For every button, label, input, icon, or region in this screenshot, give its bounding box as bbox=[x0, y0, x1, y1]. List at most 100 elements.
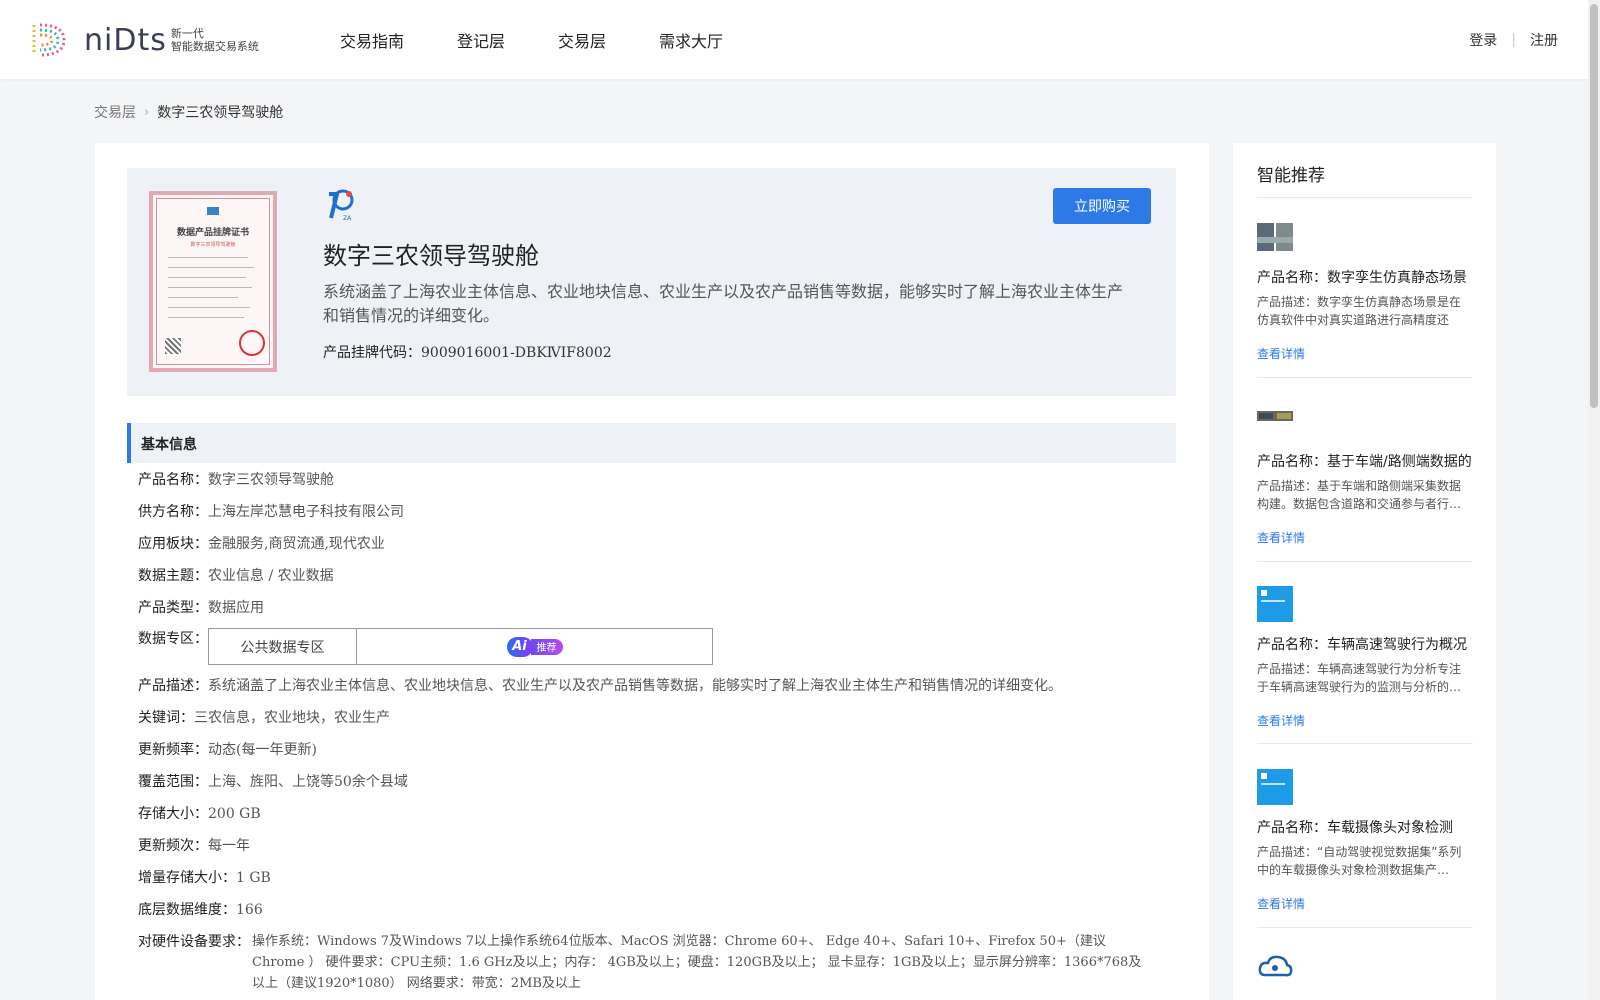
info-key: 应用板块： bbox=[138, 536, 208, 552]
nav-registration-layer[interactable]: 登记层 bbox=[457, 28, 505, 52]
zone-ai-cell: Ai 推荐 bbox=[357, 629, 712, 664]
basic-info-header: 基本信息 bbox=[127, 423, 1176, 463]
info-key: 产品类型： bbox=[138, 600, 208, 616]
logo-wordmark: niDts bbox=[84, 22, 167, 58]
info-value: 上海、旌阳、上饶等50余个县域 bbox=[208, 774, 408, 790]
info-key: 存储大小： bbox=[138, 806, 208, 822]
nav-trade-guide[interactable]: 交易指南 bbox=[340, 28, 404, 52]
recommendation-description: 产品描述：“自动驾驶视觉数据集”系列中的车载摄像头对象检测数据集产… bbox=[1257, 845, 1462, 877]
info-row-zone: 数据专区： bbox=[138, 628, 208, 648]
info-value: 每一年 bbox=[208, 838, 250, 854]
info-row-topic: 数据主题：农业信息 / 农业数据 bbox=[138, 565, 334, 585]
info-key: 数据专区： bbox=[138, 631, 208, 647]
hardware-requirements-text: 操作系统：Windows 7及Windows 7以上操作系统64位版本、MacO… bbox=[252, 934, 1142, 991]
svg-text:ZA: ZA bbox=[343, 215, 352, 222]
recommendation-name[interactable]: 产品名称：基于车端/路侧端数据的 bbox=[1257, 451, 1473, 471]
product-summary-description: 系统涵盖了上海农业主体信息、农业地块信息、农业生产以及农产品销售等数据，能够实时… bbox=[323, 282, 1124, 325]
info-row-incremental-storage: 增量存储大小：1 GB bbox=[138, 867, 271, 887]
info-key: 产品名称： bbox=[138, 472, 208, 488]
divider bbox=[1257, 197, 1473, 198]
chevron-right-icon: › bbox=[144, 104, 150, 120]
info-key: 更新频率： bbox=[138, 742, 208, 758]
recommendation-item: 产品名称：车辆高速驾驶行为概况 产品描述：车辆高速驾驶行为分析专注于车辆高速驾驶… bbox=[1257, 586, 1473, 728]
info-row-update-frequency: 更新频率：动态(每一年更新) bbox=[138, 739, 317, 759]
recommendation-description: 产品描述：车辆高速驾驶行为分析专注于车辆高速驾驶行为的监测与分析的… bbox=[1257, 662, 1462, 694]
logo-mark-icon bbox=[32, 23, 66, 57]
info-value: 动态(每一年更新) bbox=[208, 742, 317, 758]
recommendation-thumbnail[interactable] bbox=[1257, 403, 1293, 439]
info-value: 上海左岸芯慧电子科技有限公司 bbox=[208, 504, 404, 520]
site-logo[interactable]: niDts 新一代 智能数据交易系统 bbox=[28, 20, 259, 60]
view-details-link[interactable]: 查看详情 bbox=[1257, 895, 1305, 912]
certificate-text-line bbox=[168, 277, 246, 278]
breadcrumb-current: 数字三农领导驾驶舱 bbox=[157, 105, 284, 121]
register-link[interactable]: 注册 bbox=[1530, 30, 1558, 50]
ai-recommend-badge[interactable]: Ai 推荐 bbox=[506, 636, 563, 657]
view-details-link[interactable]: 查看详情 bbox=[1257, 345, 1305, 362]
info-value: 1 GB bbox=[236, 870, 271, 886]
scrollbar-thumb[interactable] bbox=[1590, 4, 1598, 408]
main-nav: 交易指南 登记层 交易层 需求大厅 bbox=[340, 28, 776, 52]
listing-code-label: 产品挂牌代码： bbox=[323, 345, 421, 361]
recommendation-description: 产品描述：基于车端和路侧端采集数据构建。数据包含道路和交通参与者行… bbox=[1257, 479, 1462, 511]
recommendation-item bbox=[1257, 951, 1473, 991]
ai-icon: Ai bbox=[506, 636, 533, 657]
zone-public-data[interactable]: 公共数据专区 bbox=[209, 629, 357, 664]
info-key: 关键词： bbox=[138, 710, 194, 726]
certificate-text-line bbox=[168, 257, 248, 258]
divider bbox=[1257, 561, 1473, 562]
info-row-update-count: 更新频次：每一年 bbox=[138, 835, 250, 855]
certificate-text-line bbox=[168, 267, 254, 268]
recommendation-panel: 智能推荐 产品名称：数字孪生仿真静态场景 产品描述：数字孪生仿真静态场景是在仿真… bbox=[1233, 143, 1496, 1000]
view-details-link[interactable]: 查看详情 bbox=[1257, 529, 1305, 546]
info-value: 166 bbox=[236, 902, 263, 918]
logo-subtitle-line2: 智能数据交易系统 bbox=[170, 40, 259, 53]
cloud-data-icon[interactable] bbox=[1257, 951, 1293, 987]
recommendation-thumbnail[interactable] bbox=[1257, 586, 1293, 622]
basic-info-heading: 基本信息 bbox=[141, 437, 197, 453]
buy-now-button[interactable]: 立即购买 bbox=[1053, 188, 1151, 224]
supplier-logo-icon: ZA bbox=[329, 189, 354, 222]
info-value: 三农信息，农业地块，农业生产 bbox=[194, 710, 390, 726]
info-row-supplier: 供方名称：上海左岸芯慧电子科技有限公司 bbox=[138, 501, 404, 521]
certificate-text-line bbox=[168, 307, 250, 308]
certificate-text-line bbox=[168, 297, 238, 298]
recommendation-title: 智能推荐 bbox=[1257, 166, 1325, 186]
nav-trading-layer[interactable]: 交易层 bbox=[558, 28, 606, 52]
page-scrollbar[interactable] bbox=[1588, 0, 1600, 1000]
info-key: 底层数据维度： bbox=[138, 902, 236, 918]
info-row-keywords: 关键词：三农信息，农业地块，农业生产 bbox=[138, 707, 390, 727]
recommendation-name[interactable]: 产品名称：数字孪生仿真静态场景 bbox=[1257, 267, 1473, 287]
recommendation-description: 产品描述：数字孪生仿真静态场景是在仿真软件中对真实道路进行高精度还原… bbox=[1257, 295, 1462, 327]
breadcrumb-parent[interactable]: 交易层 bbox=[94, 102, 136, 122]
recommendation-item: 产品名称：车载摄像头对象检测 产品描述：“自动驾驶视觉数据集”系列中的车载摄像头… bbox=[1257, 769, 1473, 911]
recommendation-thumbnail[interactable] bbox=[1257, 219, 1293, 255]
logo-subtitle-line1: 新一代 bbox=[170, 27, 204, 40]
info-value: 系统涵盖了上海农业主体信息、农业地块信息、农业生产以及农产品销售等数据，能够实时… bbox=[208, 678, 1062, 694]
info-row-storage: 存储大小：200 GB bbox=[138, 803, 261, 823]
info-row-sector: 应用板块：金融服务,商贸流通,现代农业 bbox=[138, 533, 385, 553]
auth-divider: | bbox=[1511, 32, 1516, 48]
certificate-title: 数据产品挂牌证书 bbox=[176, 228, 249, 238]
product-listing-code: 产品挂牌代码：9009016001-DBKⅣIF8002 bbox=[323, 342, 612, 362]
auth-links: 登录 | 注册 bbox=[1469, 30, 1558, 50]
official-seal-icon bbox=[239, 330, 265, 356]
info-row-type: 产品类型：数据应用 bbox=[138, 597, 264, 617]
recommendation-name[interactable]: 产品名称：车辆高速驾驶行为概况 bbox=[1257, 634, 1473, 654]
nav-demand-hall[interactable]: 需求大厅 bbox=[659, 28, 723, 52]
divider bbox=[1257, 927, 1473, 928]
info-row-coverage: 覆盖范围：上海、旌阳、上饶等50余个县域 bbox=[138, 771, 408, 791]
logo-subtitle: 新一代 智能数据交易系统 bbox=[171, 27, 259, 53]
divider bbox=[1257, 743, 1473, 744]
certificate-subtitle: 数字三农领导驾驶舱 bbox=[190, 242, 236, 248]
info-key: 增量存储大小： bbox=[138, 870, 236, 886]
breadcrumb: 交易层 › 数字三农领导驾驶舱 bbox=[94, 102, 283, 122]
view-details-link[interactable]: 查看详情 bbox=[1257, 712, 1305, 729]
info-value: 数字三农领导驾驶舱 bbox=[208, 472, 334, 488]
recommendation-thumbnail[interactable] bbox=[1257, 769, 1293, 805]
listing-certificate-image[interactable]: 数据产品挂牌证书 数字三农领导驾驶舱 bbox=[149, 191, 277, 372]
login-link[interactable]: 登录 bbox=[1469, 30, 1497, 50]
recommendation-name[interactable]: 产品名称：车载摄像头对象检测 bbox=[1257, 817, 1473, 837]
info-key: 对硬件设备要求： bbox=[138, 934, 250, 950]
info-value: 金融服务,商贸流通,现代农业 bbox=[208, 536, 385, 552]
